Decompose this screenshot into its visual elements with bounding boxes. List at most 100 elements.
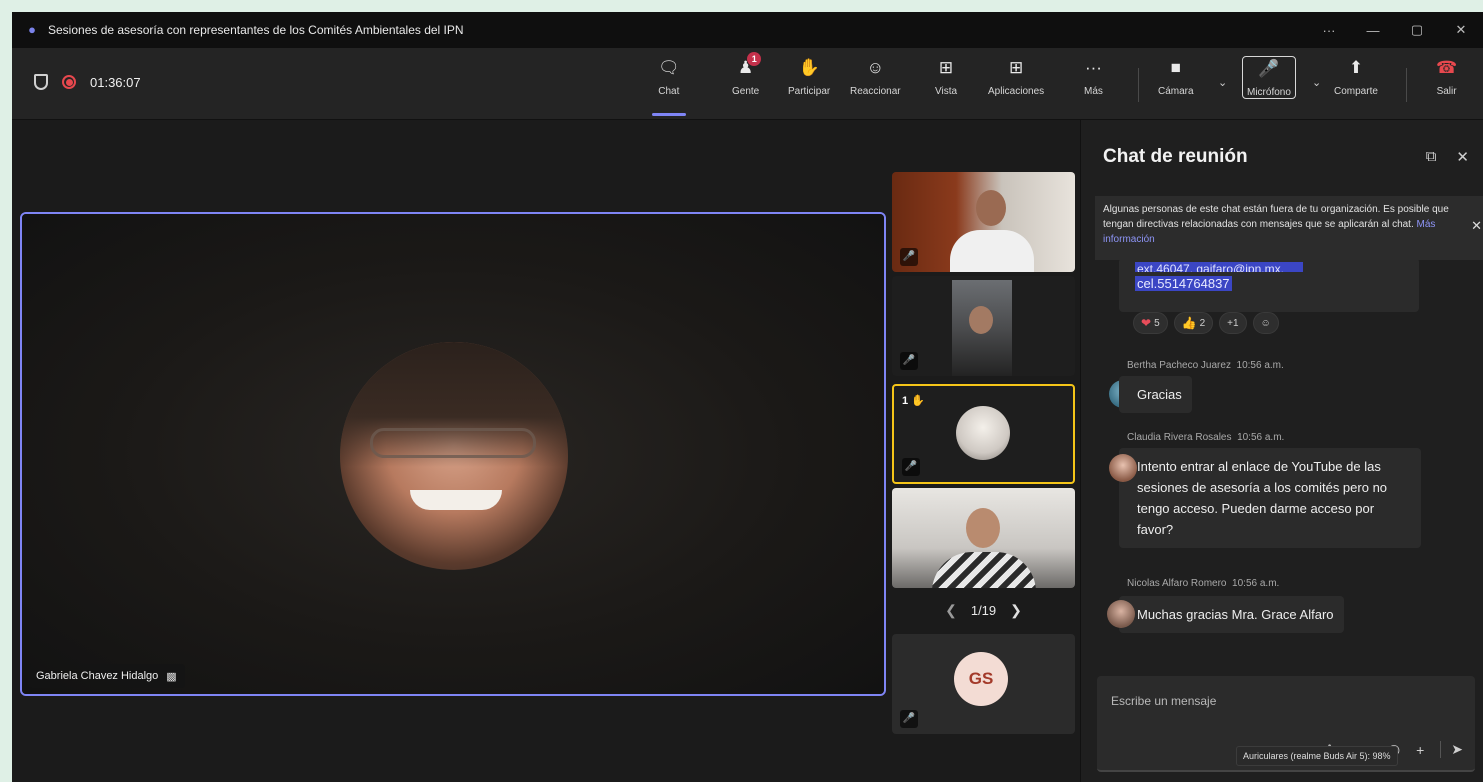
send-icon[interactable]: ➤ xyxy=(1440,741,1463,758)
meeting-timer: 01:36:07 xyxy=(90,74,141,90)
chat-message-partial: ext.46047, gaifaro@ipn.mx, cel.551476483… xyxy=(1119,258,1419,312)
participant-avatar xyxy=(956,406,1010,460)
share-button[interactable]: ⬆ Comparte xyxy=(1334,56,1378,112)
compose-placeholder: Escribe un mensaje xyxy=(1111,694,1217,708)
participant-tile[interactable]: GS 🎤 xyxy=(892,634,1075,734)
heart-reaction[interactable]: ❤ 5 xyxy=(1133,312,1168,334)
apps-icon: ⊞ xyxy=(1008,58,1024,77)
message-text: Intento entrar al enlace de YouTube de l… xyxy=(1137,459,1388,537)
grid-view-icon: ⊞ xyxy=(938,58,954,77)
hangup-icon: ☎ xyxy=(1436,58,1458,77)
raised-hand-indicator: 1 ✋ xyxy=(902,394,925,407)
participant-video xyxy=(952,280,1012,376)
people-button[interactable]: ♟ 1 Gente xyxy=(732,52,762,112)
chat-message: Gracias xyxy=(1119,376,1192,413)
minimize-icon[interactable]: — xyxy=(1351,23,1395,38)
chat-icon: 🗨 xyxy=(658,58,680,77)
reaction-count: 5 xyxy=(1154,317,1160,329)
participant-tile-hand-raised[interactable]: 1 ✋ 🎤 xyxy=(892,384,1075,484)
headphones-battery-tooltip: Auriculares (realme Buds Air 5): 98% xyxy=(1236,746,1398,766)
add-reaction-button[interactable]: ☺ xyxy=(1252,312,1279,334)
more-button[interactable]: ··· Más xyxy=(1084,56,1103,112)
message-author: Bertha Pacheco Juarez xyxy=(1127,360,1231,371)
close-chat-icon[interactable]: ✕ xyxy=(1456,148,1469,166)
add-icon[interactable]: + xyxy=(1416,742,1424,758)
message-author: Nicolas Alfaro Romero xyxy=(1127,578,1227,589)
toolbar-separator xyxy=(1406,68,1407,102)
meeting-toolbar: 01:36:07 🗨 Chat ♟ 1 Gente ✋ Participar ☺ … xyxy=(12,48,1483,120)
message-text: Muchas gracias Mra. Grace Alfaro xyxy=(1137,607,1334,622)
message-time: 10:56 a.m. xyxy=(1232,578,1280,589)
message-time: 10:56 a.m. xyxy=(1237,432,1285,443)
chat-button[interactable]: 🗨 Chat xyxy=(652,56,686,116)
leave-button[interactable]: ☎ Salir xyxy=(1436,56,1457,112)
participant-tile[interactable]: 🎤 xyxy=(892,172,1075,272)
mic-muted-icon: 🎤 xyxy=(900,352,918,370)
participant-body xyxy=(950,230,1034,272)
raised-hand-count: 1 xyxy=(902,395,909,407)
window-title: Sesiones de asesoría con representantes … xyxy=(48,23,464,37)
external-users-notice: Algunas personas de este chat están fuer… xyxy=(1095,196,1483,260)
participant-tile[interactable] xyxy=(892,488,1075,588)
camera-off-icon: ■ xyxy=(1170,58,1181,77)
mic-muted-icon: 🎤 xyxy=(900,710,918,728)
close-window-icon[interactable]: ✕ xyxy=(1439,22,1483,38)
message-meta: Claudia Rivera Rosales 10:56 a.m. xyxy=(1127,432,1284,443)
dismiss-notice-icon[interactable]: ✕ xyxy=(1471,218,1482,233)
add-reaction-icon: ☺ xyxy=(1260,317,1271,329)
message-meta: Nicolas Alfaro Romero 10:56 a.m. xyxy=(1127,578,1279,589)
mic-off-icon: 🎤 xyxy=(1258,59,1280,78)
message-text-line: ext.46047, gaifaro@ipn.mx, xyxy=(1135,262,1303,272)
notice-text: Algunas personas de este chat están fuer… xyxy=(1103,204,1449,230)
user-avatar[interactable] xyxy=(1109,454,1137,482)
meeting-status: 01:36:07 xyxy=(34,74,141,90)
toolbar-separator xyxy=(1138,68,1139,102)
mic-muted-icon: 🎤 xyxy=(900,248,918,266)
chat-message: Muchas gracias Mra. Grace Alfaro xyxy=(1119,596,1344,633)
shield-icon[interactable] xyxy=(34,74,48,90)
window-more-icon[interactable]: ··· xyxy=(1307,23,1351,38)
previous-page-icon[interactable]: ❮ xyxy=(945,602,957,619)
next-page-icon[interactable]: ❯ xyxy=(1010,602,1022,619)
participant-head xyxy=(976,190,1006,226)
main-video-stage[interactable]: Gabriela Chavez Hidalgo ▩ xyxy=(20,212,886,696)
participant-head xyxy=(966,508,1000,548)
microphone-button[interactable]: 🎤 Micrófono xyxy=(1242,56,1296,112)
react-button[interactable]: ☺ Reaccionar xyxy=(850,56,901,112)
heart-icon: ❤ xyxy=(1141,316,1152,330)
mic-options-chevron-icon[interactable]: ⌄ xyxy=(1312,76,1321,89)
user-avatar[interactable] xyxy=(1107,600,1135,628)
raised-hand-icon: ✋ xyxy=(911,395,925,407)
pop-out-icon[interactable]: ⧉ xyxy=(1426,148,1437,166)
maximize-icon[interactable]: ▢ xyxy=(1395,22,1439,38)
thumbs-up-reaction[interactable]: 👍 2 xyxy=(1173,312,1214,334)
chat-message: Intento entrar al enlace de YouTube de l… xyxy=(1119,448,1421,548)
more-reactions[interactable]: +1 xyxy=(1219,312,1247,334)
raise-hand-button[interactable]: ✋ Participar xyxy=(788,56,830,112)
apps-button[interactable]: ⊞ Aplicaciones xyxy=(988,56,1044,112)
speaker-name: Gabriela Chavez Hidalgo xyxy=(36,670,159,682)
raise-hand-icon: ✋ xyxy=(798,58,820,77)
message-author: Claudia Rivera Rosales xyxy=(1127,432,1232,443)
speaker-name-tag: Gabriela Chavez Hidalgo ▩ xyxy=(28,664,185,688)
message-reactions: ❤ 5 👍 2 +1 ☺ xyxy=(1133,312,1279,334)
view-button[interactable]: ⊞ Vista xyxy=(935,56,957,112)
participant-tile[interactable]: 🎤 xyxy=(892,276,1075,376)
screen-share-indicator-icon: ▩ xyxy=(166,670,177,683)
window-controls: ··· — ▢ ✕ xyxy=(1307,12,1483,48)
people-badge: 1 xyxy=(747,52,762,66)
avatar-smile xyxy=(410,490,502,510)
gallery-pager: ❮ 1/19 ❯ xyxy=(892,596,1075,624)
avatar-glasses xyxy=(370,428,536,458)
title-bar: ● Sesiones de asesoría con representante… xyxy=(12,12,1483,48)
chat-panel-controls: ⧉ ✕ xyxy=(1426,148,1469,166)
thumbs-up-icon: 👍 xyxy=(1181,316,1197,330)
camera-button[interactable]: ■ Cámara xyxy=(1158,56,1194,112)
smiley-icon: ☺ xyxy=(866,58,884,77)
teams-logo-icon: ● xyxy=(28,22,36,37)
camera-options-chevron-icon[interactable]: ⌄ xyxy=(1218,76,1227,89)
recording-icon xyxy=(62,75,76,89)
teams-meeting-window: ● Sesiones de asesoría con representante… xyxy=(12,12,1483,782)
participant-initials-avatar: GS xyxy=(954,652,1008,706)
participant-video xyxy=(932,508,1036,588)
